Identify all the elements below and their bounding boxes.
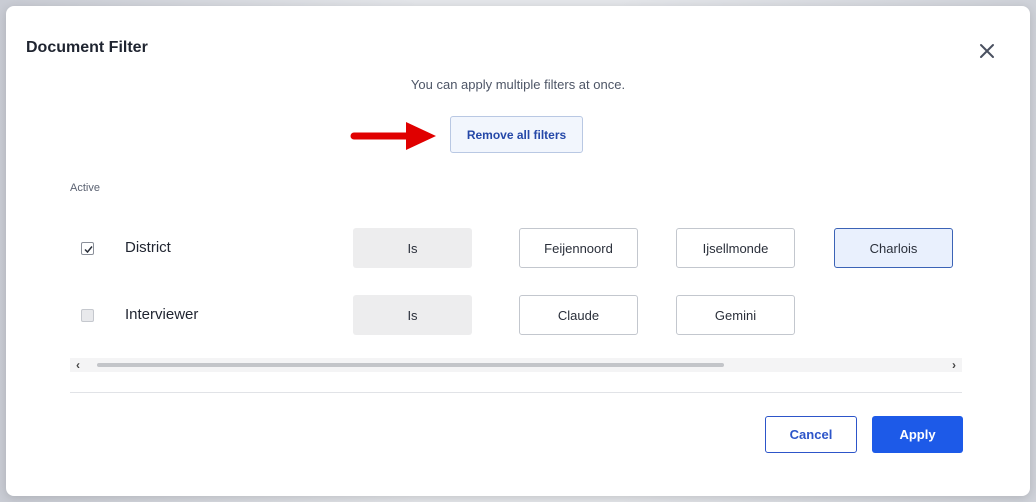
close-icon[interactable] (974, 38, 1000, 64)
dialog-subtitle: You can apply multiple filters at once. (410, 77, 626, 92)
scrollbar-thumb[interactable] (97, 363, 724, 367)
operator-is-district[interactable]: Is (353, 228, 472, 268)
document-filter-dialog: Document Filter You can apply multiple f… (6, 6, 1030, 496)
district-checkbox[interactable] (81, 242, 94, 255)
footer-divider (70, 392, 962, 393)
filter-row-interviewer: Interviewer Is Claude Gemini (6, 295, 1030, 335)
active-label: Active (70, 182, 100, 194)
checkmark-icon (84, 246, 93, 254)
red-arrow-annotation (350, 122, 436, 150)
remove-all-filters-button[interactable]: Remove all filters (450, 116, 583, 153)
scroll-right-icon[interactable]: › (948, 359, 960, 371)
filter-label-interviewer: Interviewer (125, 306, 199, 323)
value-chip-gemini[interactable]: Gemini (676, 295, 795, 335)
filter-row-district: District Is Feijennoord Ijsellmonde Char… (6, 228, 1030, 268)
filter-label-district: District (125, 239, 171, 256)
horizontal-scrollbar[interactable]: ‹ › (70, 358, 962, 372)
operator-is-interviewer[interactable]: Is (353, 295, 472, 335)
value-chip-claude[interactable]: Claude (519, 295, 638, 335)
value-chip-feijennoord[interactable]: Feijennoord (519, 228, 638, 268)
scroll-left-icon[interactable]: ‹ (72, 359, 84, 371)
dialog-title: Document Filter (26, 39, 148, 56)
value-chip-charlois[interactable]: Charlois (834, 228, 953, 268)
apply-button[interactable]: Apply (872, 416, 963, 453)
value-chip-ijsellmonde[interactable]: Ijsellmonde (676, 228, 795, 268)
interviewer-checkbox[interactable] (81, 309, 94, 322)
cancel-button[interactable]: Cancel (765, 416, 857, 453)
